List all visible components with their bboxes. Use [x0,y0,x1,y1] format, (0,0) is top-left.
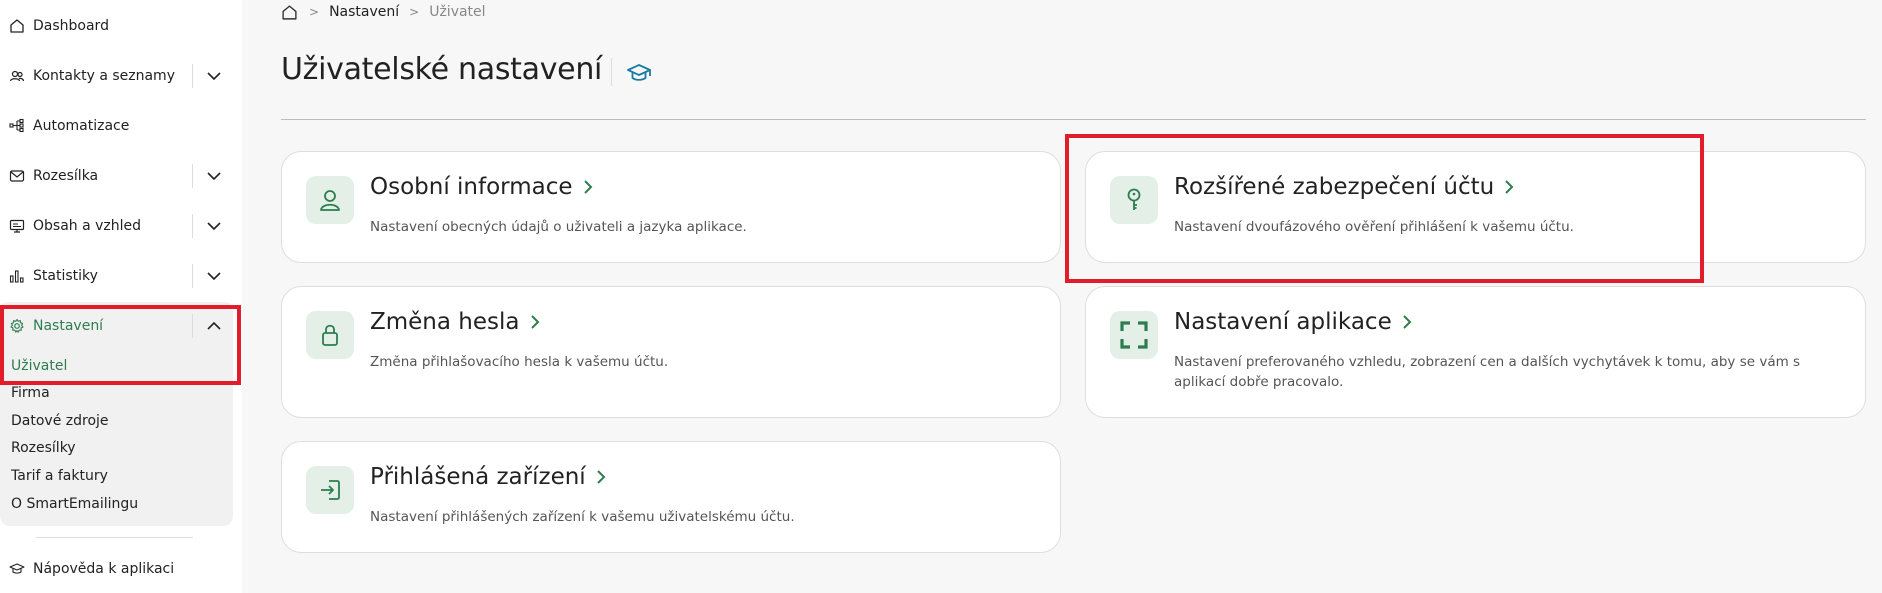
card-title-text: Osobní informace [370,174,573,200]
card-title-text: Nastavení aplikace [1174,309,1392,335]
chevron-up-icon[interactable] [205,317,223,335]
contacts-icon [9,68,25,84]
sidebar-item-statistics[interactable]: Statistiky [0,252,230,300]
submenu-item-about[interactable]: O SmartEmailingu [11,496,138,512]
card-title-text: Rozšířené zabezpečení účtu [1174,174,1495,200]
sidebar-item-label: Automatizace [33,118,130,134]
chevron-right-icon [596,469,606,485]
submenu-item-user[interactable]: Uživatel [11,358,67,374]
lock-icon [306,311,354,359]
home-icon[interactable] [281,3,299,21]
submenu-item-company[interactable]: Firma [11,385,50,401]
chevron-down-icon[interactable] [205,167,223,185]
divider [192,314,193,338]
user-icon [306,176,354,224]
breadcrumb: > Nastavení > Uživatel [281,2,486,22]
chevron-down-icon[interactable] [205,267,223,285]
sidebar-item-label: Nastavení [33,318,104,334]
submenu-item-billing[interactable]: Tarif a faktury [11,468,108,484]
chevron-right-icon: > [409,5,420,19]
divider [192,214,193,238]
card-title-text: Přihlášená zařízení [370,464,586,490]
card-title: Změna hesla [370,309,540,335]
chevron-right-icon: > [309,5,320,19]
sidebar-item-campaigns[interactable]: Rozesílka [0,152,230,200]
key-icon [1110,176,1158,224]
chevron-right-icon [530,314,540,330]
submenu-item-campaigns[interactable]: Rozesílky [11,440,76,456]
chevron-down-icon[interactable] [205,67,223,85]
chevron-right-icon [583,179,593,195]
card-description: Nastavení obecných údajů o uživateli a j… [370,219,747,235]
card-title: Osobní informace [370,174,593,200]
sidebar-divider [36,537,193,538]
sidebar-item-dashboard[interactable]: Dashboard [0,2,230,50]
sidebar-item-label: Dashboard [33,18,109,34]
monitor-icon [9,218,25,234]
divider [192,164,193,188]
chevron-down-icon[interactable] [205,217,223,235]
sidebar-item-help[interactable]: Nápověda k aplikaci [0,545,230,593]
settings-submenu: Uživatel Firma Datové zdroje Rozesílky T… [0,350,233,526]
expand-icon [1110,311,1158,359]
card-change-password[interactable]: Změna hesla Změna přihlašovacího hesla k… [281,286,1061,418]
divider [192,64,193,88]
sidebar-item-label: Statistiky [33,268,98,284]
gear-icon [9,318,25,334]
home-icon [9,18,25,34]
card-advanced-security[interactable]: Rozšířené zabezpečení účtu Nastavení dvo… [1085,151,1866,263]
bar-chart-icon [9,268,25,284]
breadcrumb-item-user: Uživatel [429,4,486,20]
breadcrumb-item-settings[interactable]: Nastavení [329,4,399,20]
login-icon [306,466,354,514]
sidebar-item-label: Rozesílka [33,168,99,184]
chevron-right-icon [1402,314,1412,330]
page-title: Uživatelské nastavení [281,52,603,87]
divider [611,58,612,86]
sidebar-item-label: Obsah a vzhled [33,218,142,234]
sidebar-item-content[interactable]: Obsah a vzhled [0,202,230,250]
graduation-cap-icon [9,561,25,577]
card-description: Změna přihlašovacího hesla k vašemu účtu… [370,354,669,370]
graduation-cap-icon[interactable] [626,60,652,86]
submenu-item-data-sources[interactable]: Datové zdroje [11,413,109,429]
divider [281,119,1866,120]
divider [192,264,193,288]
card-title: Rozšířené zabezpečení účtu [1174,174,1514,200]
card-title: Přihlášená zařízení [370,464,606,490]
chevron-right-icon [1504,179,1514,195]
sidebar-item-automation[interactable]: Automatizace [0,102,230,150]
sidebar-item-contacts[interactable]: Kontakty a seznamy [0,52,230,100]
automation-icon [9,118,25,134]
card-description: Nastavení dvoufázového ověření přihlášen… [1174,219,1574,235]
card-title: Nastavení aplikace [1174,309,1412,335]
sidebar-item-settings[interactable]: Nastavení [0,302,233,350]
sidebar-item-label: Kontakty a seznamy [33,68,175,84]
mail-icon [9,168,25,184]
sidebar-item-label: Nápověda k aplikaci [33,561,175,577]
card-app-settings[interactable]: Nastavení aplikace Nastavení preferované… [1085,286,1866,418]
card-description: Nastavení přihlášených zařízení k vašemu… [370,509,795,525]
card-logged-devices[interactable]: Přihlášená zařízení Nastavení přihlášený… [281,441,1061,553]
card-title-text: Změna hesla [370,309,520,335]
sidebar: Dashboard Kontakty a seznamy Automatizac… [0,0,242,593]
card-description: Nastavení preferovaného vzhledu, zobraze… [1174,354,1801,390]
card-personal-info[interactable]: Osobní informace Nastavení obecných údaj… [281,151,1061,263]
